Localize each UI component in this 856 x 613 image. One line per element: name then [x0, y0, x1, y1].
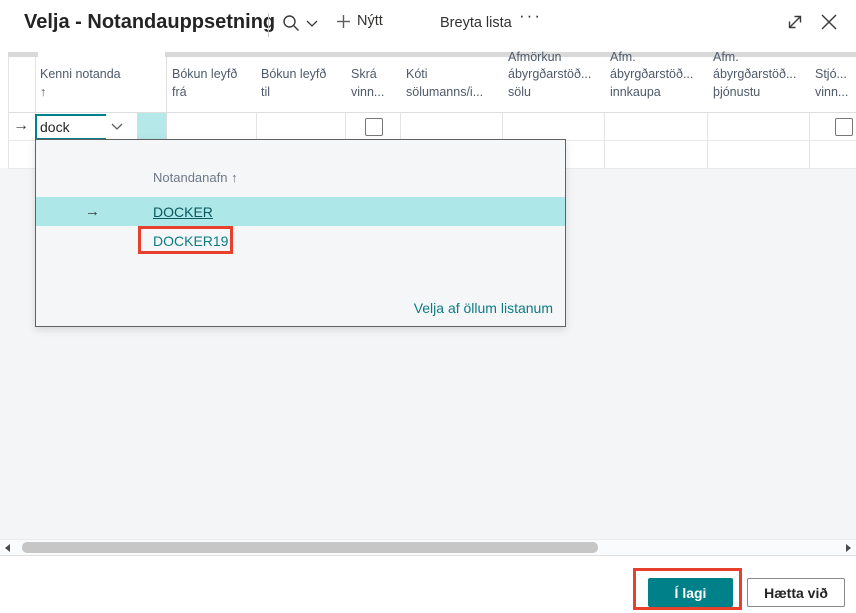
column-header-label: sölu: [508, 84, 531, 99]
column-header-label: ábyrgðarstöð...: [508, 67, 592, 81]
grid-border: [8, 112, 856, 113]
lookup-column-header-label: Notandanafn: [153, 170, 228, 185]
column-header-label: til: [261, 84, 271, 99]
toolbar-divider: [268, 13, 269, 37]
column-header-label: Afm.: [610, 49, 636, 64]
lookup-chevron-down-icon[interactable]: [106, 114, 128, 140]
lookup-item-docker-link[interactable]: DOCKER: [153, 204, 213, 220]
column-header-afm-thjonustu[interactable]: Afm. ábyrgðarstöð... þjónustu: [713, 50, 809, 107]
lookup-column-header[interactable]: Notandanafn ↑: [153, 170, 238, 185]
lookup-item-docker-row[interactable]: → DOCKER: [36, 197, 565, 226]
search-chevron-down-icon[interactable]: [306, 20, 318, 28]
sort-ascending-icon: ↑: [40, 84, 47, 99]
column-header-label: ábyrgðarstöð...: [610, 67, 694, 81]
column-header-bokun-leyfd-til[interactable]: Bókun leyfð til: [261, 57, 345, 107]
column-header-label: Kóti: [406, 67, 428, 81]
scrollbar-thumb[interactable]: [22, 542, 598, 553]
annotation-rectangle-ok-button: [633, 568, 742, 610]
current-row-pointer-icon: →: [13, 117, 29, 134]
scroll-right-arrow-icon[interactable]: [846, 544, 851, 552]
column-header-skra-vinn[interactable]: Skrá vinn...: [351, 57, 399, 107]
page-title: Velja - Notandauppsetning: [24, 11, 276, 33]
lookup-dropdown-panel: Notandanafn ↑ → DOCKER DOCKER19 Velja af…: [35, 139, 566, 327]
stjo-vinn-checkbox[interactable]: [835, 118, 853, 136]
select-from-full-list-link[interactable]: Velja af öllum listanum: [414, 300, 553, 316]
more-options-icon[interactable]: ···: [519, 6, 542, 26]
edit-list-button[interactable]: Breyta lista: [440, 15, 512, 31]
column-header-kenni-notanda[interactable]: Kenni notanda ↑: [40, 57, 162, 107]
sort-ascending-icon: ↑: [231, 170, 238, 185]
column-header-label: vinn...: [351, 84, 385, 99]
column-header-label: Bókun leyfð: [261, 67, 327, 81]
new-button[interactable]: Nýtt: [336, 13, 383, 29]
cancel-button[interactable]: Hætta við: [747, 578, 845, 607]
close-icon[interactable]: [819, 12, 839, 32]
selected-cell-highlight[interactable]: [137, 113, 166, 140]
column-header-label: innkaupa: [610, 84, 661, 99]
current-row-pointer-icon: →: [85, 203, 100, 220]
column-header-label: frá: [172, 84, 187, 99]
plus-icon: [336, 14, 351, 29]
search-button[interactable]: [281, 13, 301, 33]
column-header-label: Afmörkun: [508, 49, 562, 64]
annotation-rectangle-docker19: [138, 226, 233, 254]
new-button-label: Nýtt: [357, 13, 383, 29]
column-header-label: sölumanns/i...: [406, 84, 484, 99]
column-header-afm-innkaupa[interactable]: Afm. ábyrgðarstöð... innkaupa: [610, 50, 706, 107]
column-header-label: Skrá: [351, 67, 377, 81]
column-header-label: ábyrgðarstöð...: [713, 67, 797, 81]
column-header-label: Bókun leyfð: [172, 67, 238, 81]
lookup-item-docker19-row[interactable]: DOCKER19: [36, 226, 565, 255]
column-header-label: þjónustu: [713, 84, 761, 99]
column-header-koti-solumanns[interactable]: Kóti sölumanns/i...: [406, 57, 502, 107]
column-header-label: vinn...: [815, 84, 849, 99]
column-header-afmorkun-solu[interactable]: Afmörkun ábyrgðarstöð... sölu: [508, 50, 604, 107]
column-header-bokun-leyfd-fra[interactable]: Bókun leyfð frá: [172, 57, 256, 107]
scroll-left-arrow-icon[interactable]: [5, 544, 10, 552]
skra-vinn-checkbox[interactable]: [365, 118, 383, 136]
kenni-notanda-input[interactable]: [35, 114, 109, 140]
velja-notandauppsetning-dialog: Velja - Notandauppsetning Nýtt Breyta li…: [0, 0, 856, 613]
expand-window-icon[interactable]: [786, 13, 804, 31]
search-icon: [281, 13, 301, 33]
column-header-label: Afm.: [713, 49, 739, 64]
column-header-label: Kenni notanda: [40, 67, 121, 81]
column-header-label: Stjó...: [815, 67, 847, 81]
grid-top-border: [8, 52, 38, 57]
column-header-stjo-vinn[interactable]: Stjó... vinn...: [815, 57, 856, 107]
horizontal-scrollbar[interactable]: [0, 539, 856, 556]
